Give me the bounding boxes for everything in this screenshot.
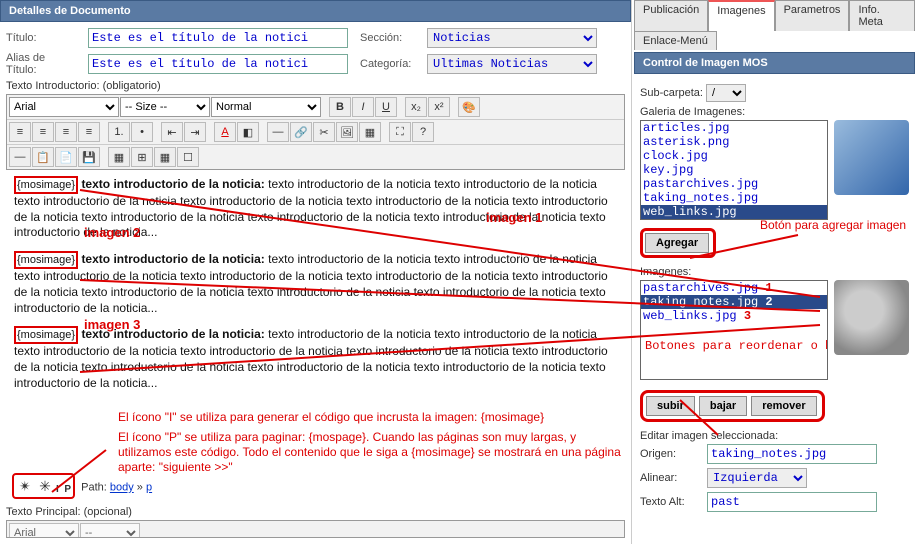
intro-label: Texto Introductorio: (obligatorio)	[6, 80, 625, 92]
align-right-icon[interactable]: ≡	[55, 122, 77, 142]
subfolder-select[interactable]: /	[706, 84, 746, 102]
mosimage-tag-3: {mosimage}	[14, 326, 78, 344]
align-justify-icon[interactable]: ≡	[78, 122, 100, 142]
bgcolor-icon[interactable]: ◧	[237, 122, 259, 142]
underline-icon[interactable]: U	[375, 97, 397, 117]
table2-icon[interactable]: ▦	[108, 147, 130, 167]
alt-input[interactable]	[707, 492, 877, 512]
edit-label: Editar imagen seleccionada:	[640, 430, 909, 442]
intro-title-2: texto introductorio de la noticia:	[81, 252, 264, 266]
format-select[interactable]: Normal	[211, 97, 321, 117]
images-label: Imagenes:	[640, 266, 909, 278]
alt-label: Texto Alt:	[640, 496, 695, 508]
outdent-icon[interactable]: ⇤	[161, 122, 183, 142]
textcolor-icon[interactable]: A	[214, 122, 236, 142]
mosimage-tag-1: {mosimage}	[14, 176, 78, 194]
categoria-label: Categoría:	[360, 58, 415, 70]
titulo-input[interactable]	[88, 28, 348, 48]
ann-add-btn: Botón para agregar imagen	[760, 218, 915, 233]
table3-icon[interactable]: ▦	[154, 147, 176, 167]
link-icon[interactable]: 🔗	[290, 122, 312, 142]
path-body[interactable]: body	[110, 482, 134, 494]
ann-icon-i: El ícono "I" se utiliza para generar el …	[118, 410, 623, 425]
grid-icon[interactable]: ⊞	[131, 147, 153, 167]
hr-icon[interactable]: —	[267, 122, 289, 142]
ol-icon[interactable]: 1.	[108, 122, 130, 142]
ann-imagen1: imagen 1	[486, 210, 542, 227]
origen-input[interactable]	[707, 444, 877, 464]
ann-imagen3: imagen 3	[84, 317, 140, 334]
intro-title-1: texto introductorio de la noticia:	[81, 177, 264, 191]
unlink-icon[interactable]: ✂	[313, 122, 335, 142]
images-preview-icon	[834, 280, 909, 355]
gallery-list[interactable]: articles.jpg asterisk.png clock.jpg key.…	[640, 120, 828, 220]
remove-button[interactable]: remover	[751, 396, 816, 416]
align-center-icon[interactable]: ≡	[32, 122, 54, 142]
dash-icon[interactable]: —	[9, 147, 31, 167]
alinear-label: Alinear:	[640, 472, 695, 484]
alias-input[interactable]	[88, 54, 348, 74]
down-button[interactable]: bajar	[699, 396, 747, 416]
ul-icon[interactable]: •	[131, 122, 153, 142]
gallery-label: Galeria de Imagenes:	[640, 106, 909, 118]
copy-icon[interactable]: 📋	[32, 147, 54, 167]
about-icon[interactable]: ?	[412, 122, 434, 142]
size-select[interactable]: -- Size --	[120, 97, 210, 117]
tab-publicacion[interactable]: Publicación	[634, 0, 708, 31]
sup-icon[interactable]: x²	[428, 97, 450, 117]
mospage-insert-icon[interactable]: ✳	[36, 477, 54, 495]
editor-content[interactable]: {mosimage} texto introductorio de la not…	[6, 170, 625, 470]
gallery-preview-icon	[834, 120, 909, 195]
mosimage-insert-icon[interactable]: ✴	[16, 477, 34, 495]
fullscreen-icon[interactable]: ⛶	[389, 122, 411, 142]
tab-imagenes[interactable]: Imagenes	[708, 0, 774, 31]
right-panel-title: Control de Imagen MOS	[634, 52, 915, 74]
editor-toolbar: Arial -- Size -- Normal B I U x₂ x² 🎨 ≡ …	[6, 94, 625, 170]
sub-icon[interactable]: x₂	[405, 97, 427, 117]
principal-label: Texto Principal: (opcional)	[6, 506, 625, 518]
paste-icon[interactable]: 📄	[55, 147, 77, 167]
alinear-select[interactable]: Izquierda	[707, 468, 807, 488]
ann-imagen2: imagen 2	[84, 225, 140, 242]
palette-icon[interactable]: 🎨	[458, 97, 480, 117]
ann-icon-p: El ícono "P" se utiliza para paginar: {m…	[118, 430, 628, 475]
seccion-label: Sección:	[360, 32, 415, 44]
add-button[interactable]: Agregar	[645, 233, 709, 253]
bold-icon[interactable]: B	[329, 97, 351, 117]
seccion-select[interactable]: Noticias	[427, 28, 597, 48]
ann-reorder: Botones para reordenar o borrar (las imá…	[641, 337, 827, 356]
mosimage-tag-2: {mosimage}	[14, 251, 78, 269]
path-p[interactable]: p	[146, 482, 152, 494]
italic-icon[interactable]: I	[352, 97, 374, 117]
tabs: Publicación Imagenes Parametros Info. Me…	[634, 0, 915, 31]
categoria-select[interactable]: Ultimas Noticias	[427, 54, 597, 74]
align-left-icon[interactable]: ≡	[9, 122, 31, 142]
tab-enlacemenu[interactable]: Enlace-Menú	[634, 31, 717, 50]
save-icon[interactable]: 💾	[78, 147, 100, 167]
image-icon[interactable]: 🖼	[336, 122, 358, 142]
images-list[interactable]: pastarchives.jpg 1 taking_notes.jpg 2 we…	[640, 280, 828, 380]
table-icon[interactable]: ▦	[359, 122, 381, 142]
tab-parametros[interactable]: Parametros	[775, 0, 850, 31]
form-icon[interactable]: ☐	[177, 147, 199, 167]
editor-toolbar-2: Arial --	[6, 520, 625, 538]
alias-label: Alias de Título:	[6, 52, 76, 76]
up-button[interactable]: subir	[646, 396, 695, 416]
panel-title: Detalles de Documento	[0, 0, 631, 22]
tab-infometa[interactable]: Info. Meta	[849, 0, 915, 31]
indent-icon[interactable]: ⇥	[184, 122, 206, 142]
origen-label: Origen:	[640, 448, 695, 460]
sub-label: Sub-carpeta:	[640, 87, 703, 99]
font-select[interactable]: Arial	[9, 97, 119, 117]
titulo-label: Título:	[6, 32, 76, 44]
